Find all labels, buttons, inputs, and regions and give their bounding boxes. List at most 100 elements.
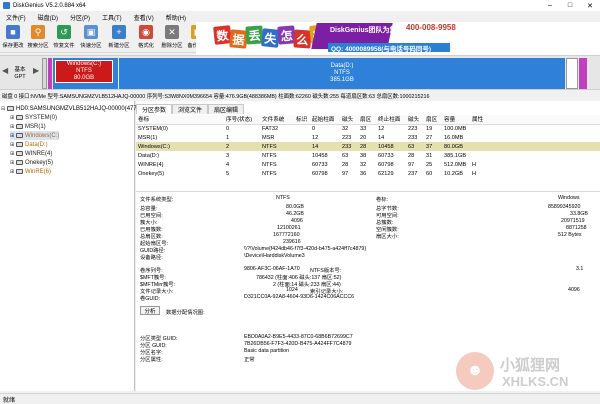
- table-row[interactable]: WINRE(4) 4 NTFS 60733 28 32 60798 97 25 512.0MB H: [136, 160, 600, 169]
- disk-map: 基本 GPT ◀ ▶ Windows(C:) NTFS 80.0GB Data(…: [0, 55, 600, 90]
- cell: 10.2GB: [444, 170, 463, 177]
- delete-partition-button[interactable]: ✕ 删除分区: [160, 25, 184, 52]
- col-header[interactable]: 扇区: [424, 115, 442, 125]
- analyze-button[interactable]: 分析: [140, 306, 160, 315]
- cell: 385.1GB: [444, 152, 467, 159]
- device-path-label: 设备路径:: [140, 255, 163, 261]
- ntfs-value: 3.1: [576, 266, 584, 272]
- col-header[interactable]: 卷标: [136, 115, 224, 125]
- cell: 5: [226, 170, 230, 177]
- col-header[interactable]: 序号(状态): [224, 115, 260, 125]
- cell: 19: [426, 125, 433, 132]
- quick-partition-button[interactable]: ▣ 快速分区: [79, 25, 103, 52]
- cell: [294, 169, 310, 178]
- menu-help[interactable]: 帮助(H): [160, 13, 192, 22]
- tab-sector-edit[interactable]: 扇区编辑: [208, 104, 245, 114]
- new-partition-icon: +: [112, 25, 126, 39]
- cell: 36: [360, 170, 367, 177]
- selected-partition-box: Windows(C:) NTFS 80.0GB: [55, 60, 113, 83]
- ntfs-key: 卷GUID:: [140, 296, 161, 302]
- tree-item-msr[interactable]: ⊞ MSR(1): [10, 122, 46, 131]
- format-button[interactable]: ◉ 格式化: [134, 25, 158, 52]
- col-header[interactable]: 磁头: [340, 115, 358, 125]
- recover-files-button[interactable]: ↺ 恢复文件: [52, 25, 76, 52]
- col-header[interactable]: 容量: [442, 115, 470, 125]
- table-row-selected[interactable]: Windows(C:) 2 NTFS 14 233 28 10458 63 37 80.0GB: [136, 142, 600, 151]
- col-header[interactable]: 起始柱面: [310, 115, 340, 125]
- partition-seg-system[interactable]: [42, 58, 47, 89]
- title-bar: DiskGenius V5.2.0.884 x64 – □ ✕: [0, 0, 600, 11]
- save-changes-button[interactable]: ■ 保存更改: [1, 25, 25, 52]
- col-header[interactable]: 属性: [470, 115, 600, 125]
- tree-item-label: SYSTEM(0): [25, 114, 58, 121]
- tree-item-label: MSR(1): [25, 123, 46, 130]
- cell: 25: [426, 161, 433, 168]
- partition-seg-winre[interactable]: [566, 58, 578, 89]
- device-path-value: \Device\HarddiskVolume3: [244, 253, 305, 259]
- tree-item-windows-c[interactable]: ⊞ Windows(C:): [10, 131, 60, 140]
- tool-label: 恢复文件: [53, 43, 75, 49]
- table-row[interactable]: Onekey(5) 5 NTFS 60798 97 36 62129 237 60 10.2GB H: [136, 169, 600, 178]
- cell: [294, 160, 310, 169]
- partition-icon: [16, 142, 23, 147]
- cell: Data(D:): [138, 152, 160, 159]
- search-partition-button[interactable]: ⚲ 搜索分区: [26, 25, 50, 52]
- tab-browse-files[interactable]: 浏览文件: [172, 104, 209, 114]
- search-icon: ⚲: [31, 25, 45, 39]
- col-header[interactable]: 标识: [294, 115, 310, 125]
- menu-tools[interactable]: 工具(T): [96, 13, 128, 22]
- type-guid-value: EBD0A0A2-B9E5-4433-87C0-68B6B72699C7: [244, 334, 353, 340]
- col-header[interactable]: 扇区: [358, 115, 376, 125]
- tree-item-data-d[interactable]: ⊞ Data(D:): [10, 140, 48, 149]
- ad-banner[interactable]: 数 据 丢 失 怎 么 办 DiskGenius团队为您服务 400-008-9…: [196, 22, 600, 55]
- minimize-button[interactable]: –: [540, 0, 560, 11]
- ntfs-value: 9806-AF3C-06AF-1A70: [244, 266, 300, 272]
- prev-disk-arrow[interactable]: ◀: [2, 66, 8, 75]
- cell: NTFS: [262, 161, 277, 168]
- table-row[interactable]: MSR(1) 1 MSR 12 223 20 14 233 27 16.0MB: [136, 133, 600, 142]
- col-header[interactable]: 终止柱面: [376, 115, 406, 125]
- table-row[interactable]: SYSTEM(0) 0 FAT32 0 32 33 12 223 19 100.0MB: [136, 124, 600, 133]
- partition-seg-onekey[interactable]: [579, 58, 587, 89]
- col-header[interactable]: 文件系统: [260, 115, 294, 125]
- maximize-button[interactable]: □: [560, 0, 580, 11]
- cell: 1: [226, 134, 230, 141]
- detail-value: 167772160: [273, 232, 300, 238]
- partition-panel: 分区参数 浏览文件 扇区编辑 卷标 序号(状态) 文件系统 标识 起始柱面 磁头…: [136, 101, 600, 391]
- close-button[interactable]: ✕: [580, 0, 600, 11]
- partition-seg-msr[interactable]: [48, 58, 52, 89]
- tree-item-onekey[interactable]: ⊞ Onekey(5): [10, 158, 53, 167]
- cell: 62129: [378, 170, 394, 177]
- disk-tree-panel: ⊟ HD0:SAMSUNGMZVLB512HAJQ-00000(477 ⊞ SY…: [0, 101, 137, 391]
- partition-seg-c[interactable]: Windows(C:) NTFS 80.0GB: [53, 58, 118, 89]
- seg-fs: NTFS: [334, 70, 350, 76]
- cell: 38: [360, 152, 367, 159]
- cell: 31: [426, 152, 433, 159]
- menu-view[interactable]: 查看(V): [128, 13, 160, 22]
- cell: NTFS: [260, 142, 294, 151]
- menu-disk[interactable]: 磁盘(D): [32, 13, 64, 22]
- tree-item-system[interactable]: ⊞ SYSTEM(0): [10, 113, 57, 122]
- tab-partition-params[interactable]: 分区参数: [136, 104, 173, 114]
- cell: 512.0MB: [444, 161, 467, 168]
- ntfs-value: 1024: [286, 287, 298, 293]
- cell: 63: [406, 142, 424, 151]
- tool-label: 格式化: [138, 43, 154, 49]
- col-header[interactable]: 磁头: [406, 115, 424, 125]
- detail-value: 4096: [291, 218, 303, 224]
- fs-type-value: NTFS: [276, 195, 290, 201]
- tree-item-winre6[interactable]: ⊞ WinRE(6): [10, 167, 51, 176]
- next-disk-arrow[interactable]: ▶: [33, 66, 39, 75]
- cell: 10458: [312, 152, 328, 159]
- partition-icon: [16, 115, 23, 120]
- new-partition-button[interactable]: + 新建分区: [107, 25, 131, 52]
- tree-root[interactable]: ⊟ HD0:SAMSUNGMZVLB512HAJQ-00000(477: [1, 104, 137, 113]
- table-row[interactable]: Data(D:) 3 NTFS 10458 63 38 60733 28 31 385.1GB: [136, 151, 600, 160]
- partition-seg-d[interactable]: Data(D:) NTFS 385.1GB: [119, 58, 565, 89]
- seg-size: 385.1GB: [330, 77, 354, 83]
- cell: 237: [408, 170, 418, 177]
- menu-partition[interactable]: 分区(P): [64, 13, 96, 22]
- cell: Onekey(5): [138, 170, 165, 177]
- tree-item-winre4[interactable]: ⊞ WINRE(4): [10, 149, 52, 158]
- menu-file[interactable]: 文件(F): [0, 13, 32, 22]
